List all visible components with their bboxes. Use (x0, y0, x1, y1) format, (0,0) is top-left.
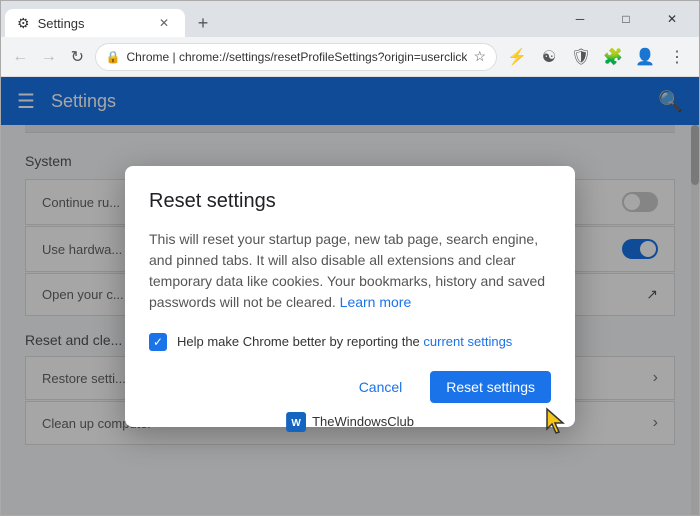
current-settings-link[interactable]: current settings (423, 334, 512, 349)
tabs-area: ⚙ Settings ✕ + (1, 1, 553, 37)
mouse-cursor (545, 407, 569, 440)
window-controls: ─ □ ✕ (553, 1, 699, 37)
title-bar: ⚙ Settings ✕ + ─ □ ✕ (1, 1, 699, 37)
address-bar: ← → ↻ 🔒 Chrome | chrome://settings/reset… (1, 37, 699, 77)
menu-icon[interactable]: ⋮ (663, 43, 691, 71)
reset-settings-button[interactable]: Reset settings (430, 371, 551, 403)
refresh-button[interactable]: ↻ (66, 43, 89, 71)
help-chrome-checkbox[interactable]: ✓ (149, 333, 167, 351)
back-button[interactable]: ← (9, 43, 32, 71)
cancel-button[interactable]: Cancel (343, 371, 419, 403)
dialog-title: Reset settings (149, 190, 551, 213)
url-bar[interactable]: 🔒 Chrome | chrome://settings/resetProfil… (95, 43, 497, 71)
close-button[interactable]: ✕ (649, 1, 695, 37)
tab-title: Settings (38, 16, 147, 31)
page-content: ☰ Settings 🔍 System Continue ru... Use h… (1, 77, 699, 515)
watermark: W TheWindowsClub (286, 412, 414, 432)
svg-text:W: W (291, 418, 301, 429)
profile-icon[interactable]: 👤 (631, 43, 659, 71)
toolbar-icons: ⚡ ☯ 🛡 🧩 👤 ⋮ (503, 43, 691, 71)
puzzle-icon[interactable]: 🧩 (599, 43, 627, 71)
watermark-icon: W (286, 412, 306, 432)
url-text: Chrome | chrome://settings/resetProfileS… (127, 50, 468, 64)
browser-window: ⚙ Settings ✕ + ─ □ ✕ ← → ↻ 🔒 Chrome | ch… (0, 0, 700, 516)
tab-favicon: ⚙ (17, 15, 30, 32)
dialog-checkbox-row: ✓ Help make Chrome better by reporting t… (149, 333, 551, 351)
watermark-text: TheWindowsClub (312, 414, 414, 429)
minimize-button[interactable]: ─ (557, 1, 603, 37)
extension-icon[interactable]: 🛡 (567, 43, 595, 71)
bookmark-icon[interactable]: ☆ (473, 48, 486, 65)
tab-close-button[interactable]: ✕ (155, 14, 173, 32)
yin-yang-icon[interactable]: ☯ (535, 43, 563, 71)
checkbox-label: Help make Chrome better by reporting the… (177, 334, 551, 349)
dialog-actions: Cancel Reset settings (149, 371, 551, 403)
forward-button[interactable]: → (38, 43, 61, 71)
reset-settings-dialog: Reset settings This will reset your star… (125, 166, 575, 427)
modal-overlay: Reset settings This will reset your star… (1, 77, 699, 515)
dialog-body: This will reset your startup page, new t… (149, 229, 551, 313)
learn-more-link[interactable]: Learn more (340, 294, 412, 310)
security-icon: 🔒 (106, 50, 121, 64)
maximize-button[interactable]: □ (603, 1, 649, 37)
active-tab[interactable]: ⚙ Settings ✕ (5, 9, 185, 37)
new-tab-button[interactable]: + (189, 9, 217, 37)
performance-icon[interactable]: ⚡ (503, 43, 531, 71)
